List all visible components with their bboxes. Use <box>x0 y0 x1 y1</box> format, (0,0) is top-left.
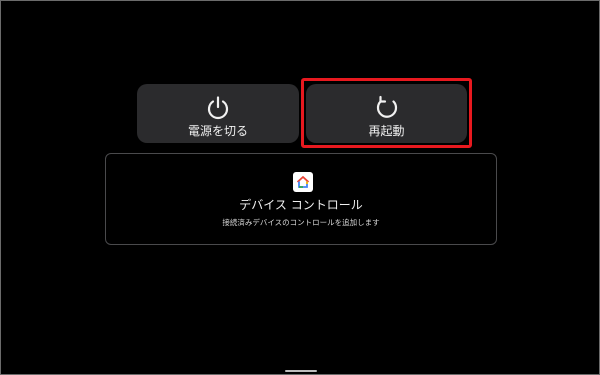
navigation-handle[interactable] <box>285 370 317 372</box>
google-home-icon <box>293 172 313 192</box>
device-controls-title: デバイス コントロール <box>239 198 363 212</box>
device-controls-panel[interactable]: デバイス コントロール 接続済みデバイスのコントロールを追加します <box>105 153 497 245</box>
device-controls-subtitle: 接続済みデバイスのコントロールを追加します <box>222 218 380 227</box>
restart-icon <box>376 95 397 118</box>
power-off-button[interactable]: 電源を切る <box>137 84 299 143</box>
power-icon <box>207 96 229 120</box>
restart-button[interactable]: 再起動 <box>306 84 467 143</box>
restart-label: 再起動 <box>368 124 405 138</box>
power-off-label: 電源を切る <box>187 124 248 138</box>
power-menu-screen: 電源を切る 再起動 デバイス コントロール 接続済みデバイスのコントロールを追加… <box>0 0 600 375</box>
